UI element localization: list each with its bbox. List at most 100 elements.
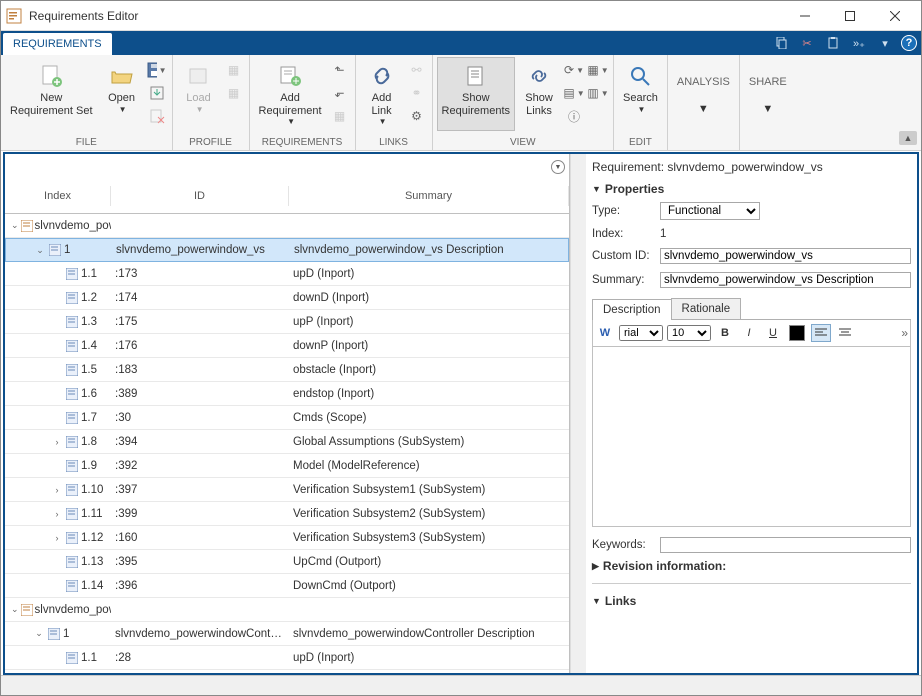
table-row[interactable]: ⌄ 1slvnvdemo_powerwindowControllerslvnvd… (5, 622, 569, 646)
column-header-index[interactable]: Index (5, 186, 111, 206)
promote-button[interactable]: ⬑ (329, 59, 351, 81)
open-button[interactable]: Open▼ (100, 57, 144, 131)
row-summary: Verification Subsystem1 (SubSystem) (289, 484, 569, 496)
row-summary: downD (Inport) (289, 292, 569, 304)
table-row[interactable]: 1.6:389endstop (Inport) (5, 382, 569, 406)
toolbar-overflow[interactable]: » (901, 326, 908, 340)
table-row[interactable]: ⌄ slvnvdemo_powerwindow_vs (5, 214, 569, 238)
analysis-dropdown[interactable]: ANALYSIS ▼ (672, 57, 735, 131)
share-dropdown[interactable]: SHARE ▼ (744, 57, 792, 131)
table-row[interactable]: 1.9:392Model (ModelReference) (5, 454, 569, 478)
font-size-select[interactable]: 10 (667, 325, 711, 341)
expand-toggle[interactable]: › (51, 533, 63, 543)
row-index: 1.8 (81, 436, 97, 448)
new-file-icon (37, 62, 65, 90)
table-row[interactable]: ⌄ slvnvdemo_powerwindowController (5, 598, 569, 622)
view-info-button[interactable]: ⓘ (563, 105, 585, 127)
minimize-button[interactable] (782, 2, 827, 30)
italic-button[interactable]: I (739, 324, 759, 342)
row-index: 1 (64, 244, 70, 256)
tree-scrollbar[interactable] (570, 154, 586, 673)
customid-input[interactable] (660, 248, 911, 264)
expand-toggle[interactable]: › (51, 437, 63, 447)
requirement-icon (47, 627, 61, 641)
section-revision[interactable]: Revision information: (592, 557, 911, 575)
table-row[interactable]: 1.14:396DownCmd (Outport) (5, 574, 569, 598)
copy-icon[interactable] (771, 34, 791, 52)
table-row[interactable]: › 1.8:394Global Assumptions (SubSystem) (5, 430, 569, 454)
requirement-icon (65, 411, 79, 425)
tab-requirements[interactable]: REQUIREMENTS (3, 33, 112, 55)
view-columns-button[interactable]: ▤▼ (563, 82, 585, 104)
row-summary: Global Assumptions (SubSystem) (289, 436, 569, 448)
show-requirements-button[interactable]: Show Requirements (437, 57, 515, 131)
table-row[interactable]: 1.13:395UpCmd (Outport) (5, 550, 569, 574)
column-header-summary[interactable]: Summary (289, 186, 569, 206)
new-requirement-set-button[interactable]: New Requirement Set (5, 57, 98, 131)
filter-button[interactable]: ▼ (551, 160, 565, 174)
requirement-icon (65, 507, 79, 521)
requirement-icon (65, 531, 79, 545)
import-button[interactable] (146, 82, 168, 104)
maximize-button[interactable] (827, 2, 872, 30)
tab-rationale[interactable]: Rationale (671, 298, 742, 319)
profile-icon (185, 62, 213, 90)
requirement-icon (65, 267, 79, 281)
keywords-input[interactable] (660, 537, 911, 553)
tree-body[interactable]: ⌄ slvnvdemo_powerwindow_vs⌄ 1slvnvdemo_p… (5, 214, 569, 673)
font-family-select[interactable]: rial (619, 325, 663, 341)
column-header-id[interactable]: ID (111, 186, 289, 206)
search-button[interactable]: Search▼ (618, 57, 663, 131)
expand-toggle[interactable]: ⌄ (11, 604, 19, 615)
type-select[interactable]: Functional (660, 202, 760, 220)
table-row[interactable]: › 1.10:397Verification Subsystem1 (SubSy… (5, 478, 569, 502)
table-row[interactable]: 1.7:30Cmds (Scope) (5, 406, 569, 430)
row-id: :395 (111, 556, 289, 568)
underline-button[interactable]: U (763, 324, 783, 342)
dropdown-icon[interactable]: ▾ (875, 34, 895, 52)
expand-toggle[interactable]: ⌄ (11, 220, 19, 231)
table-row[interactable]: 1.4:176downP (Inport) (5, 334, 569, 358)
richtext-toolbar: W rial 10 B I U » (592, 320, 911, 347)
row-summary: slvnvdemo_powerwindow_vs Description (290, 244, 568, 256)
cut-icon[interactable]: ✂ (797, 34, 817, 52)
paste-icon[interactable] (823, 34, 843, 52)
table-row[interactable]: 1.2:174downD (Inport) (5, 286, 569, 310)
row-index: 1 (63, 628, 69, 640)
table-row[interactable]: › 1.11:399Verification Subsystem2 (SubSy… (5, 502, 569, 526)
add-link-button[interactable]: Add Link▼ (360, 57, 404, 131)
table-row[interactable]: ⌄ 1slvnvdemo_powerwindow_vsslvnvdemo_pow… (5, 238, 569, 262)
save-button[interactable]: ▼ (146, 59, 168, 81)
row-index: 1.2 (81, 292, 97, 304)
view-grid-button[interactable]: ▦▼ (587, 59, 609, 81)
view-refresh-button[interactable]: ⟳▼ (563, 59, 585, 81)
font-color-button[interactable] (787, 324, 807, 342)
align-center-button[interactable] (835, 324, 855, 342)
help-icon[interactable]: ? (901, 35, 917, 51)
table-row[interactable]: 1.5:183obstacle (Inport) (5, 358, 569, 382)
expand-toggle[interactable]: ⌄ (34, 245, 46, 256)
summary-input[interactable] (660, 272, 911, 288)
collapse-ribbon-button[interactable]: ▲ (899, 131, 917, 145)
table-row[interactable]: › 1.12:160Verification Subsystem3 (SubSy… (5, 526, 569, 550)
section-properties[interactable]: Properties (592, 180, 911, 198)
table-row[interactable]: 1.1:28upD (Inport) (5, 646, 569, 670)
table-row[interactable]: 1.3:175upP (Inport) (5, 310, 569, 334)
description-editor[interactable] (592, 347, 911, 527)
add-requirement-button[interactable]: Add Requirement▼ (254, 57, 327, 131)
expand-toggle[interactable]: › (51, 485, 63, 495)
word-icon[interactable]: W (595, 324, 615, 342)
align-left-button[interactable] (811, 324, 831, 342)
view-bars-button[interactable]: ▥▼ (587, 82, 609, 104)
expand-toggle[interactable]: › (51, 509, 63, 519)
show-links-button[interactable]: Show Links (517, 57, 561, 131)
tab-description[interactable]: Description (592, 299, 672, 320)
demote-button[interactable]: ⬐ (329, 82, 351, 104)
close-button[interactable] (872, 2, 917, 30)
table-row[interactable]: 1.1:173upD (Inport) (5, 262, 569, 286)
bold-button[interactable]: B (715, 324, 735, 342)
quick-access-icon[interactable]: »₊ (849, 34, 869, 52)
expand-toggle[interactable]: ⌄ (33, 628, 45, 639)
section-links[interactable]: Links (592, 592, 911, 610)
link-settings-button[interactable]: ⚙ (406, 105, 428, 127)
